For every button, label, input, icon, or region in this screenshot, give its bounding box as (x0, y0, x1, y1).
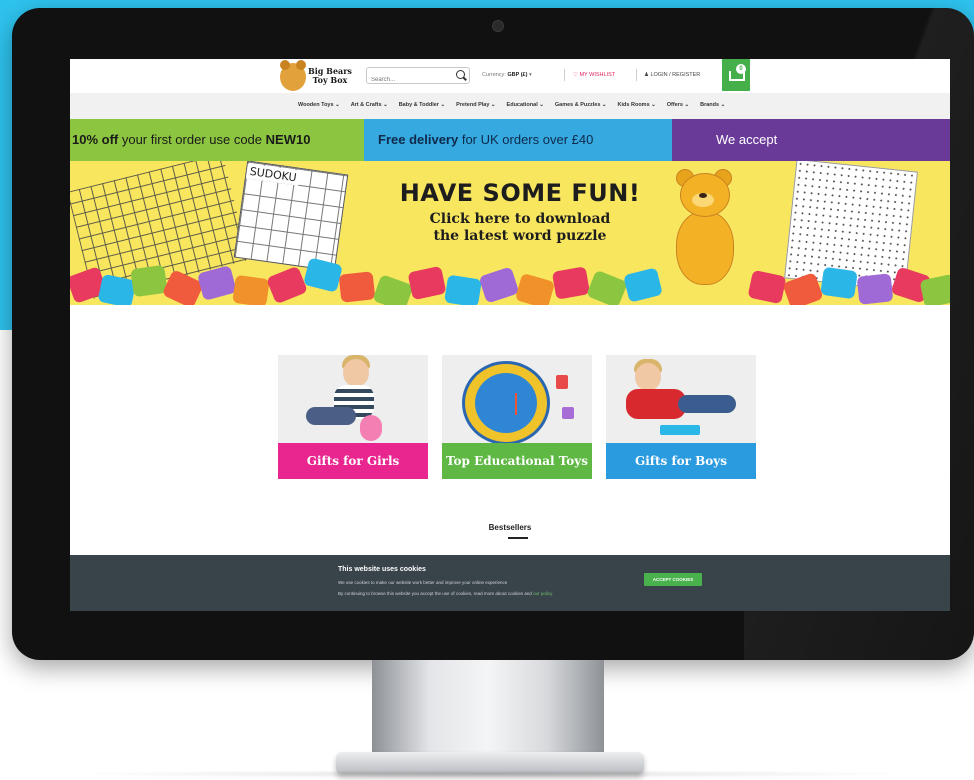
category-image-girls (278, 355, 428, 443)
hero-subtitle: Click here to download the latest word p… (370, 211, 670, 245)
category-card-girls[interactable]: Gifts for Girls (278, 355, 428, 479)
nav-item-offers[interactable]: Offers ⌄ (667, 102, 689, 108)
nav-item-art-crafts[interactable]: Art & Crafts ⌄ (351, 102, 388, 108)
category-label-educational: Top Educational Toys (442, 443, 592, 479)
nav-item-brands[interactable]: Brands ⌄ (700, 102, 725, 108)
category-image-educational (442, 355, 592, 445)
cookie-text-line-1: We use cookies to make our website work … (338, 580, 508, 585)
bear-logo-icon (280, 60, 306, 91)
logo-line-2: Toy Box (312, 75, 348, 85)
nav-item-wooden-toys[interactable]: Wooden Toys ⌄ (298, 102, 340, 108)
promo-strip: 10% off your first order use code NEW10 … (70, 119, 950, 192)
cookie-banner: This website uses cookies We use cookies… (70, 555, 950, 611)
promo-delivery-text: for UK orders over £40 (458, 132, 594, 147)
login-register-link[interactable]: ♟ LOGIN / REGISTER (644, 72, 700, 78)
sudoku-graphic: SUDOKU (233, 161, 349, 272)
wishlist-label: MY WISHLIST (579, 72, 616, 78)
promo-amazon-text: We accept (716, 132, 778, 147)
divider (564, 69, 565, 81)
wishlist-link[interactable]: ♡ MY WISHLIST (573, 72, 615, 78)
category-card-boys[interactable]: Gifts for Boys (606, 355, 756, 479)
nav-item-pretend-play[interactable]: Pretend Play ⌄ (456, 102, 495, 108)
website-screen: Big Bears Toy Box Currency: GBP (£) ▾ ♡ … (70, 59, 950, 611)
cookie-title: This website uses cookies (338, 566, 426, 573)
sudoku-label: SUDOKU (245, 163, 301, 186)
hero-title: HAVE SOME FUN! (399, 179, 641, 207)
currency-value: GBP (£) (507, 72, 528, 78)
nav-item-games-puzzles[interactable]: Games & Puzzles ⌄ (555, 102, 607, 108)
promo-discount-bold: 10% off (72, 132, 119, 147)
chevron-down-icon: ▾ (528, 72, 532, 78)
hero-subtitle-line-1: Click here to download (429, 211, 611, 227)
category-image-boys (606, 355, 756, 443)
accept-cookies-button[interactable]: ACCEPT COOKIES (644, 573, 702, 586)
search-box (366, 67, 470, 87)
monitor: Big Bears Toy Box Currency: GBP (£) ▾ ♡ … (12, 8, 974, 660)
site-header: Big Bears Toy Box Currency: GBP (£) ▾ ♡ … (70, 59, 950, 93)
puzzle-pieces-decoration (70, 257, 950, 305)
promo-code: NEW10 (265, 132, 311, 147)
promo-delivery[interactable]: Free delivery for UK orders over £40 (364, 119, 672, 161)
search-input[interactable] (367, 73, 455, 87)
cart-button[interactable]: 0 (722, 59, 750, 91)
cookie-text-line-2: By continuing to browse this website you… (338, 591, 552, 596)
divider (636, 69, 637, 81)
category-label-boys: Gifts for Boys (606, 443, 756, 479)
currency-label: Currency: (482, 72, 506, 78)
hero-banner[interactable]: SUDOKU HAVE SOME FUN! Click here to down… (70, 161, 950, 305)
promo-discount[interactable]: 10% off your first order use code NEW10 (70, 119, 364, 161)
cookie-text: By continuing to browse this website you… (338, 591, 534, 596)
category-card-educational[interactable]: Top Educational Toys (442, 355, 592, 479)
category-label-girls: Gifts for Girls (278, 443, 428, 479)
promo-discount-text: your first order use code (118, 132, 266, 147)
search-icon[interactable] (456, 70, 465, 79)
site-logo[interactable]: Big Bears Toy Box (280, 60, 358, 95)
monitor-stand (372, 660, 604, 758)
floor-shadow (60, 770, 920, 778)
nav-item-baby-toddler[interactable]: Baby & Toddler ⌄ (399, 102, 445, 108)
promo-delivery-bold: Free delivery (378, 132, 459, 147)
section-title-bestsellers: Bestsellers (488, 523, 532, 532)
currency-selector[interactable]: Currency: GBP (£) ▾ (482, 72, 532, 78)
logo-text: Big Bears Toy Box (308, 67, 352, 85)
webcam (492, 20, 504, 32)
section-underline (508, 537, 528, 539)
login-label: LOGIN / REGISTER (650, 72, 701, 78)
promo-amazon[interactable]: We accept amazonpayments (672, 119, 950, 192)
hero-subtitle-line-2: the latest word puzzle (433, 228, 607, 244)
main-navigation: Wooden Toys ⌄ Art & Crafts ⌄ Baby & Todd… (70, 93, 950, 119)
nav-item-kids-rooms[interactable]: Kids Rooms ⌄ (618, 102, 656, 108)
cart-count-badge: 0 (736, 64, 746, 74)
nav-item-educational[interactable]: Educational ⌄ (507, 102, 544, 108)
cookie-policy-link[interactable]: our policy (533, 591, 552, 596)
